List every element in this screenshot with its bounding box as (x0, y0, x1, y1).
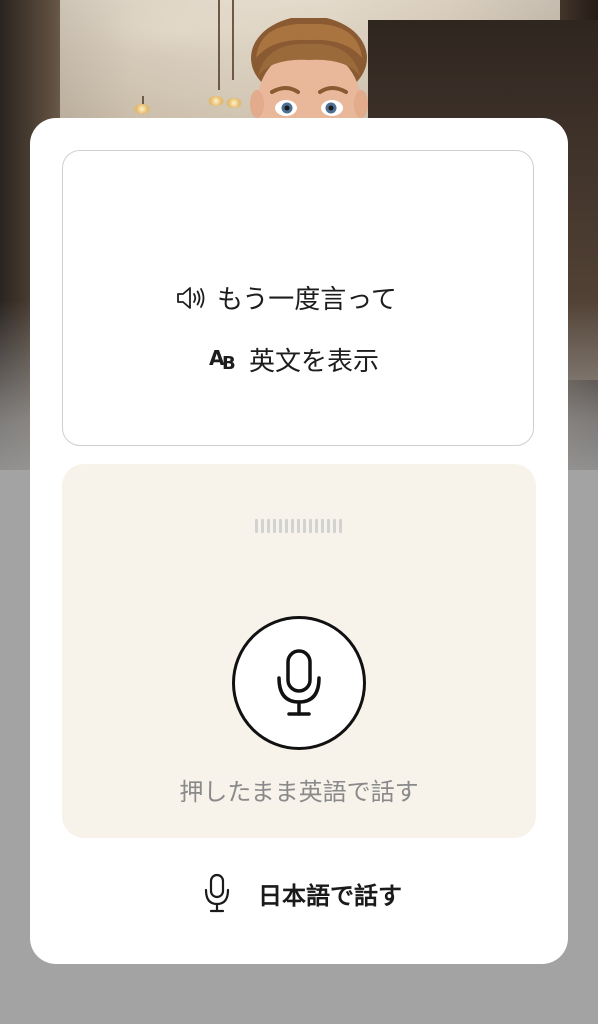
record-panel: 押したまま英語で話す (62, 464, 536, 838)
level-tick (285, 519, 288, 533)
microphone-icon (277, 649, 321, 716)
prompt-options-box: もう一度言って AB 英文を表示 (62, 150, 534, 446)
hold-to-speak-english-button[interactable] (232, 616, 366, 750)
level-tick (261, 519, 264, 533)
level-tick (291, 519, 294, 533)
speaking-practice-card: もう一度言って AB 英文を表示 押したまま英語で話す 日本語で話す (30, 118, 568, 964)
show-english-label: 英文を表示 (249, 347, 380, 377)
speaker-icon (175, 285, 207, 311)
pendant-lamp (134, 104, 150, 114)
pendant-lamp (226, 98, 242, 108)
speak-japanese-button[interactable]: 日本語で話す (202, 868, 402, 918)
level-tick (303, 519, 306, 533)
level-tick (315, 519, 318, 533)
level-tick (339, 519, 342, 533)
pendant-lamp (208, 96, 224, 106)
repeat-label: もう一度言って (217, 285, 397, 315)
level-tick (321, 519, 324, 533)
microphone-icon (204, 873, 230, 913)
level-tick (267, 519, 270, 533)
audio-level-meter (255, 519, 342, 533)
level-tick (255, 519, 258, 533)
ab-translate-icon: AB (209, 345, 236, 374)
level-tick (279, 519, 282, 533)
speak-japanese-label: 日本語で話す (258, 881, 402, 910)
level-tick (309, 519, 312, 533)
level-tick (333, 519, 336, 533)
level-tick (327, 519, 330, 533)
level-tick (297, 519, 300, 533)
repeat-button[interactable]: もう一度言って (175, 279, 397, 316)
pendant-lamp-cord (232, 0, 234, 80)
pendant-lamp-cord (218, 0, 220, 90)
level-tick (273, 519, 276, 533)
show-english-button[interactable]: AB 英文を表示 (209, 341, 379, 378)
hold-to-speak-hint: 押したまま英語で話す (179, 778, 419, 806)
